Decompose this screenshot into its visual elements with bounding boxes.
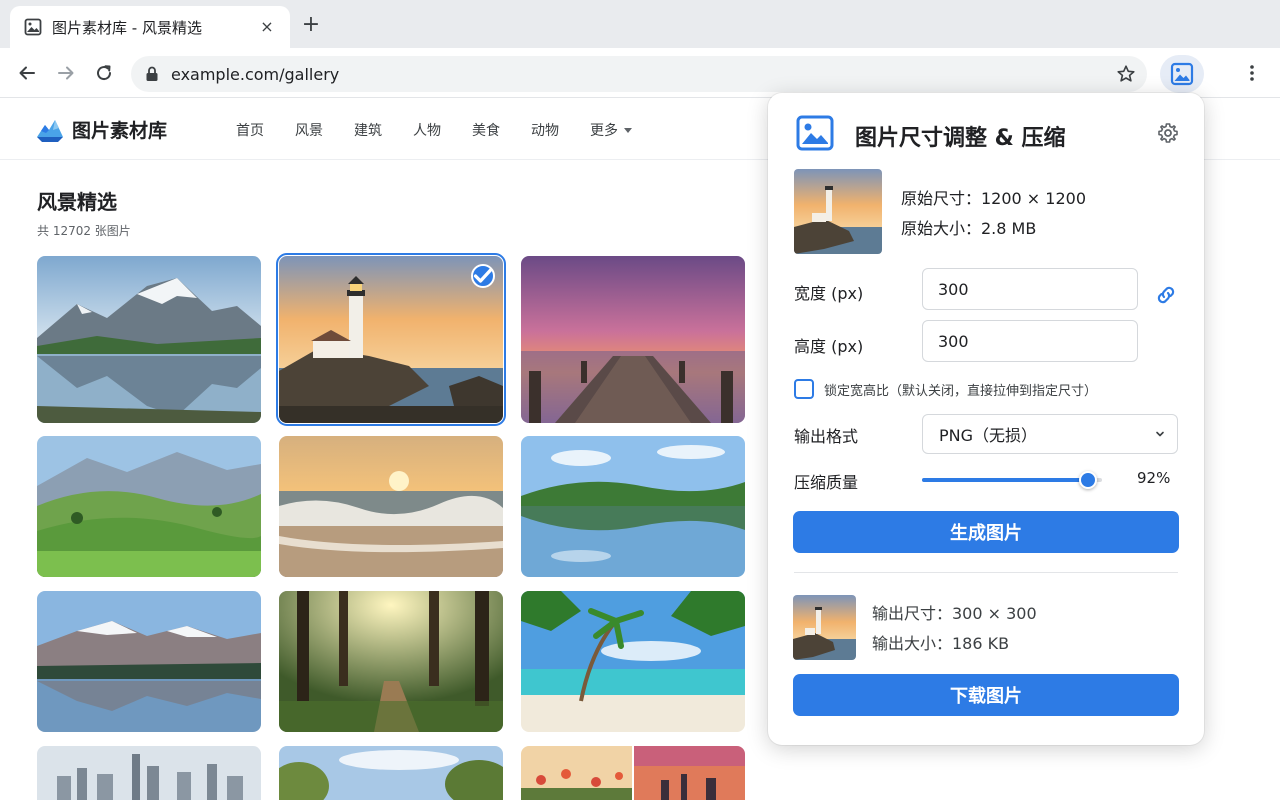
- nav-item-architecture[interactable]: 建筑: [354, 120, 382, 140]
- gallery-image-lighthouse[interactable]: [276, 253, 506, 426]
- nav-item-landscape[interactable]: 风景: [295, 120, 323, 140]
- gallery-image-city-skyline[interactable]: [37, 746, 261, 800]
- site-nav: 首页 风景 建筑 人物 美食 动物 更多: [236, 120, 663, 140]
- download-button[interactable]: 下载图片: [793, 674, 1179, 716]
- caret-down-icon: [624, 127, 632, 133]
- width-input[interactable]: [922, 268, 1138, 310]
- gear-icon[interactable]: [1157, 122, 1179, 144]
- image-icon: [796, 115, 834, 151]
- gallery-image-lake-reflection[interactable]: [521, 436, 745, 577]
- quality-slider[interactable]: [922, 470, 1102, 490]
- height-input[interactable]: [922, 320, 1138, 362]
- gallery-image-green-hills[interactable]: [37, 436, 261, 577]
- browser-toolbar: example.com/gallery: [0, 48, 1280, 98]
- link-icon[interactable]: [1154, 283, 1178, 307]
- selected-check-icon: [471, 264, 495, 288]
- image-count: 共 12702 张图片: [37, 224, 131, 238]
- gallery-image-sunset-pier[interactable]: [521, 256, 745, 423]
- gallery-image-tropical-beach[interactable]: [521, 591, 745, 732]
- back-arrow-icon[interactable]: [15, 61, 39, 85]
- site-logo[interactable]: 图片素材库: [36, 116, 167, 143]
- output-size: 输出尺寸：300 × 300: [872, 604, 1037, 623]
- quality-value: 92%: [1137, 469, 1171, 487]
- original-filesize: 原始大小：2.8 MB: [901, 219, 1037, 238]
- nav-more-label: 更多: [590, 123, 618, 139]
- image-icon: [24, 18, 42, 36]
- browser-tab[interactable]: 图片素材库 - 风景精选 ×: [10, 6, 290, 48]
- nav-item-home[interactable]: 首页: [236, 120, 264, 140]
- forward-arrow-icon[interactable]: [54, 61, 78, 85]
- lock-ratio-checkbox[interactable]: [794, 379, 814, 399]
- gallery-image-snow-mountain-lake[interactable]: [37, 591, 261, 732]
- height-label: 高度 (px): [794, 337, 864, 356]
- gallery-image-river-trees[interactable]: [279, 746, 503, 800]
- url-text[interactable]: example.com/gallery: [171, 65, 1115, 84]
- star-icon[interactable]: [1115, 63, 1137, 85]
- output-filesize: 输出大小：186 KB: [872, 634, 1010, 653]
- close-icon[interactable]: ×: [258, 18, 276, 36]
- address-bar[interactable]: example.com/gallery: [131, 56, 1147, 92]
- nav-item-people[interactable]: 人物: [413, 120, 441, 140]
- lock-ratio-row: 锁定宽高比（默认关闭，直接拉伸到指定尺寸）: [794, 379, 1097, 399]
- image-resizer-popup: 图片尺寸调整 & 压缩 原始尺寸：1200 × 1200 原始大小：2.8 MB…: [768, 93, 1204, 745]
- site-name: 图片素材库: [72, 120, 168, 142]
- output-format-select[interactable]: PNG（无损）: [922, 414, 1178, 454]
- gallery-image-ocean-waves[interactable]: [279, 436, 503, 577]
- gallery-image-mountain-lake[interactable]: [37, 256, 261, 423]
- reload-icon[interactable]: [92, 61, 116, 85]
- mountain-logo-icon: [37, 119, 63, 142]
- slider-knob[interactable]: [1078, 471, 1097, 489]
- tab-title: 图片素材库 - 风景精选: [52, 18, 202, 37]
- gallery-image-flowers-sunset-city[interactable]: [521, 746, 745, 800]
- quality-label: 压缩质量: [794, 473, 859, 492]
- nav-item-food[interactable]: 美食: [472, 120, 500, 140]
- generate-button[interactable]: 生成图片: [793, 511, 1179, 553]
- new-tab-button[interactable]: +: [300, 14, 322, 36]
- lock-ratio-label: 锁定宽高比（默认关闭，直接拉伸到指定尺寸）: [824, 383, 1098, 399]
- chevron-down-icon: [1156, 431, 1164, 437]
- output-image-preview: [793, 595, 856, 660]
- gallery-image-forest-path[interactable]: [279, 591, 503, 732]
- original-size: 原始尺寸：1200 × 1200: [901, 189, 1087, 208]
- original-image-preview: [794, 169, 882, 254]
- browser-tab-bar: 图片素材库 - 风景精选 × +: [0, 0, 1280, 48]
- lock-icon: [145, 66, 159, 82]
- width-label: 宽度 (px): [794, 284, 864, 303]
- slider-fill: [922, 478, 1088, 482]
- divider: [794, 572, 1178, 573]
- more-vert-icon[interactable]: [1240, 61, 1264, 85]
- image-resizer-extension-button[interactable]: [1160, 55, 1204, 93]
- nav-item-more[interactable]: 更多: [590, 120, 632, 140]
- popup-title: 图片尺寸调整 & 压缩: [855, 126, 1066, 151]
- page-title: 风景精选: [37, 190, 117, 214]
- image-icon: [1170, 62, 1194, 86]
- nav-item-animals[interactable]: 动物: [531, 120, 559, 140]
- output-format-value: PNG（无损）: [939, 426, 1038, 445]
- format-label: 输出格式: [794, 427, 859, 446]
